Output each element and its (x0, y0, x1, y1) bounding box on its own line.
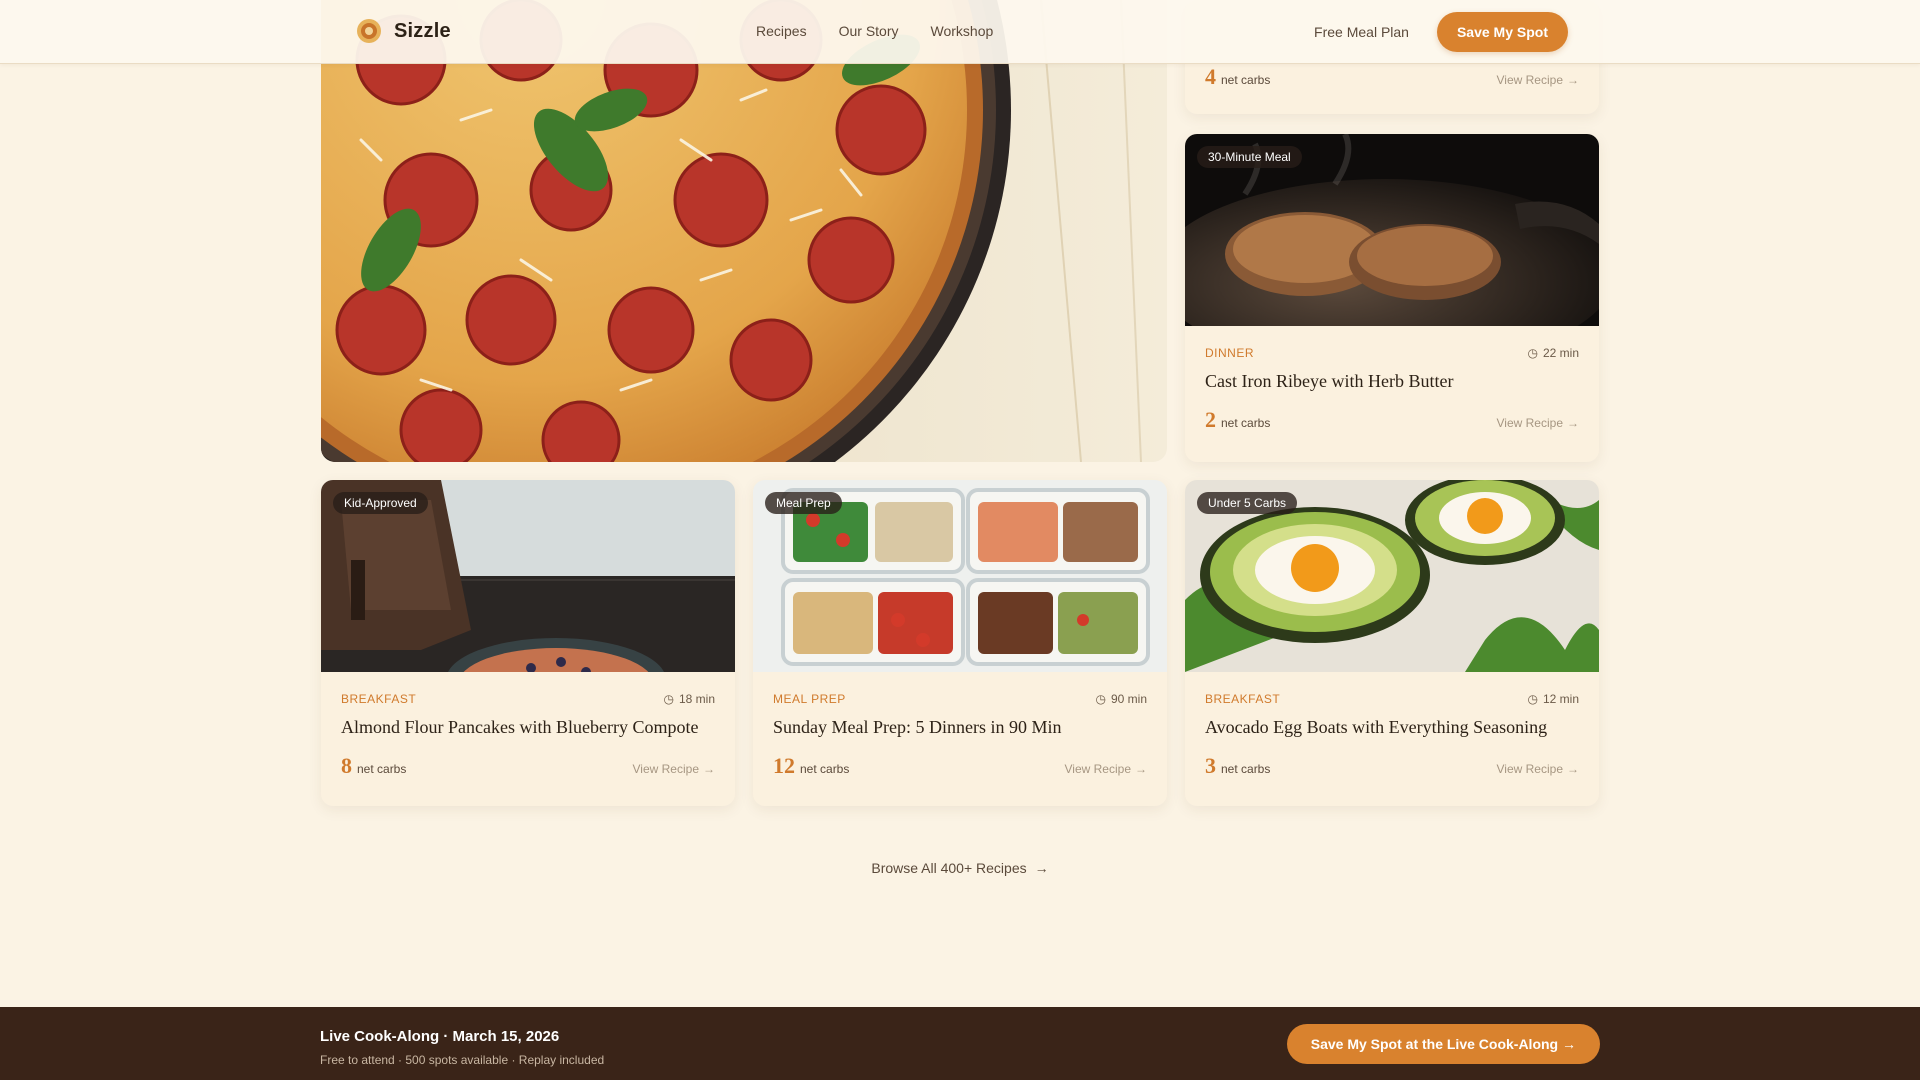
recipe-time-value: 90 min (1110, 692, 1147, 706)
recipe-card[interactable]: Meal Prep MEAL PREP ◷ 90 min Sunday Meal… (753, 480, 1167, 806)
clock-icon: ◷ (1527, 692, 1538, 706)
card-footer: 12 net carbs View Recipe → (773, 753, 1147, 779)
recipe-badge: Meal Prep (765, 492, 842, 514)
recipe-title[interactable]: Cast Iron Ribeye with Herb Butter (1205, 370, 1579, 393)
recipe-image: Under 5 Carbs (1185, 480, 1599, 672)
arrow-right-icon: → (1034, 860, 1049, 876)
card-footer: 3 net carbs View Recipe → (1205, 753, 1579, 779)
browse-all-label: Browse All 400+ Recipes (871, 860, 1027, 876)
main-nav: Recipes Our Story Workshop (756, 23, 993, 39)
recipe-time-value: 22 min (1542, 346, 1579, 360)
card-footer: 4 net carbs View Recipe → (1205, 64, 1579, 90)
net-carbs-value: 12 (773, 753, 795, 779)
net-carbs-value: 8 (341, 753, 352, 779)
sizzle-logo-icon (357, 19, 381, 43)
arrow-right-icon: → (1567, 416, 1579, 431)
recipe-badge: Under 5 Carbs (1197, 492, 1298, 514)
recipe-title[interactable]: Sunday Meal Prep: 5 Dinners in 90 Min (773, 716, 1147, 739)
arrow-right-icon: → (703, 762, 715, 777)
featured-recipe-image[interactable] (321, 0, 1167, 462)
browse-all-recipes-link[interactable]: Browse All 400+ Recipes → (871, 860, 1048, 876)
recipe-time: ◷ 22 min (1527, 346, 1579, 360)
net-carbs: 8 net carbs (341, 753, 406, 779)
recipe-category: BREAKFAST (341, 692, 417, 706)
arrow-right-icon: → (1135, 762, 1147, 777)
view-recipe-label: View Recipe (632, 762, 699, 777)
net-carbs: 3 net carbs (1205, 753, 1270, 779)
recipe-image: Meal Prep (753, 480, 1167, 672)
net-carbs-value: 3 (1205, 753, 1216, 779)
cook-along-banner: Live Cook-Along · March 15, 2026 Free to… (0, 1007, 1920, 1080)
recipe-image: Kid-Approved (321, 480, 735, 672)
card-footer: 8 net carbs View Recipe → (341, 753, 715, 779)
recipe-card[interactable]: 30-Minute Meal DINNER ◷ 22 min Cast Iron… (1185, 134, 1599, 462)
view-recipe-link[interactable]: View Recipe → (1497, 762, 1579, 776)
recipe-time: ◷ 12 min (1527, 692, 1579, 706)
view-recipe-link[interactable]: View Recipe → (1497, 416, 1579, 430)
save-spot-cook-along-button[interactable]: Save My Spot at the Live Cook-Along → (1286, 1024, 1600, 1064)
free-meal-plan-link[interactable]: Free Meal Plan (1314, 24, 1409, 40)
recipe-title[interactable]: Almond Flour Pancakes with Blueberry Com… (341, 716, 715, 739)
clock-icon: ◷ (1527, 346, 1538, 360)
recipe-time: ◷ 18 min (663, 692, 715, 706)
recipe-category: BREAKFAST (1205, 692, 1281, 706)
arrow-right-icon: → (1567, 762, 1579, 777)
site-header: Sizzle Recipes Our Story Workshop Free M… (0, 0, 1920, 64)
page: 4 net carbs View Recipe → 30-Minute Meal… (0, 0, 1920, 1080)
recipe-badge: 30-Minute Meal (1197, 146, 1302, 168)
view-recipe-link[interactable]: View Recipe → (633, 762, 715, 776)
recipe-title[interactable]: Avocado Egg Boats with Everything Season… (1205, 716, 1579, 739)
view-recipe-label: View Recipe (1496, 73, 1563, 87)
net-carbs-value: 2 (1205, 407, 1216, 433)
view-recipe-label: View Recipe (1064, 762, 1131, 777)
clock-icon: ◷ (1095, 692, 1106, 706)
net-carbs: 4 net carbs (1205, 64, 1270, 90)
recipe-image: 30-Minute Meal (1185, 134, 1599, 326)
nav-link-workshop[interactable]: Workshop (931, 23, 994, 39)
browse-section: Browse All 400+ Recipes → (0, 860, 1920, 878)
recipe-card[interactable]: Kid-Approved BREAKFAST ◷ 18 min Almond F… (321, 480, 735, 806)
clock-icon: ◷ (663, 692, 674, 706)
net-carbs-label: net carbs (1221, 762, 1271, 777)
banner-subtitle: Free to attend · 500 spots available · R… (320, 1053, 605, 1067)
brand[interactable]: Sizzle (356, 18, 451, 44)
card-footer: 2 net carbs View Recipe → (1205, 407, 1579, 433)
net-carbs: 2 net carbs (1205, 407, 1270, 433)
recipe-time-value: 18 min (678, 692, 715, 706)
net-carbs: 12 net carbs (773, 753, 849, 779)
net-carbs-label: net carbs (1221, 73, 1271, 87)
net-carbs-label: net carbs (357, 762, 407, 777)
nav-link-our-story[interactable]: Our Story (839, 23, 899, 39)
arrow-right-icon: → (1567, 73, 1579, 87)
view-recipe-link[interactable]: View Recipe → (1497, 73, 1579, 87)
view-recipe-label: View Recipe (1496, 416, 1563, 431)
view-recipe-link[interactable]: View Recipe → (1065, 762, 1147, 776)
view-recipe-label: View Recipe (1496, 762, 1563, 777)
nav-link-recipes[interactable]: Recipes (756, 23, 807, 39)
save-my-spot-button[interactable]: Save My Spot (1436, 12, 1568, 52)
net-carbs-label: net carbs (1221, 416, 1271, 431)
brand-name: Sizzle (394, 19, 451, 42)
recipe-card[interactable]: Under 5 Carbs BREAKFAST ◷ 12 min Avocado… (1185, 480, 1599, 806)
recipe-category: MEAL PREP (773, 692, 846, 706)
recipe-category: DINNER (1205, 346, 1255, 360)
recipe-badge: Kid-Approved (333, 492, 428, 514)
banner-title: Live Cook-Along · March 15, 2026 (320, 1028, 560, 1045)
recipe-time-value: 12 min (1542, 692, 1579, 706)
net-carbs-value: 4 (1205, 64, 1216, 89)
net-carbs-label: net carbs (800, 762, 850, 777)
header-actions: Free Meal Plan Save My Spot (1314, 12, 1568, 52)
recipe-time: ◷ 90 min (1095, 692, 1147, 706)
